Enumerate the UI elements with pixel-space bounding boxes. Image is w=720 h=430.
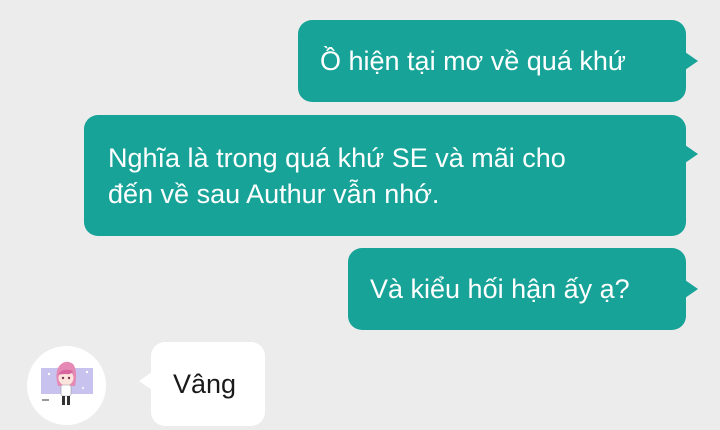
message-bubble-received[interactable]: Vâng <box>139 342 265 426</box>
message-text: Và kiểu hối hận ấy ạ? <box>370 274 630 304</box>
message-text-line: đến về sau Authur vẫn nhớ. <box>108 179 440 209</box>
bubble-tail <box>139 372 152 390</box>
message-bubble-sent[interactable]: Nghĩa là trong quá khứ SE và mãi cho đến… <box>84 115 698 236</box>
message-text: Vâng <box>173 369 237 399</box>
message-text: Ồ hiện tại mơ về quá khứ <box>320 46 626 76</box>
message-bubble-sent[interactable]: Ồ hiện tại mơ về quá khứ <box>298 20 698 102</box>
anime-character-avatar-icon <box>41 361 93 405</box>
bubble-tail <box>685 280 698 298</box>
bubble-tail <box>685 52 698 70</box>
bubble-tail <box>685 145 698 163</box>
message-text-line: Nghĩa là trong quá khứ SE và mãi cho <box>108 143 566 173</box>
message-bubble-sent[interactable]: Và kiểu hối hận ấy ạ? <box>348 248 698 330</box>
contact-avatar[interactable] <box>27 346 106 425</box>
